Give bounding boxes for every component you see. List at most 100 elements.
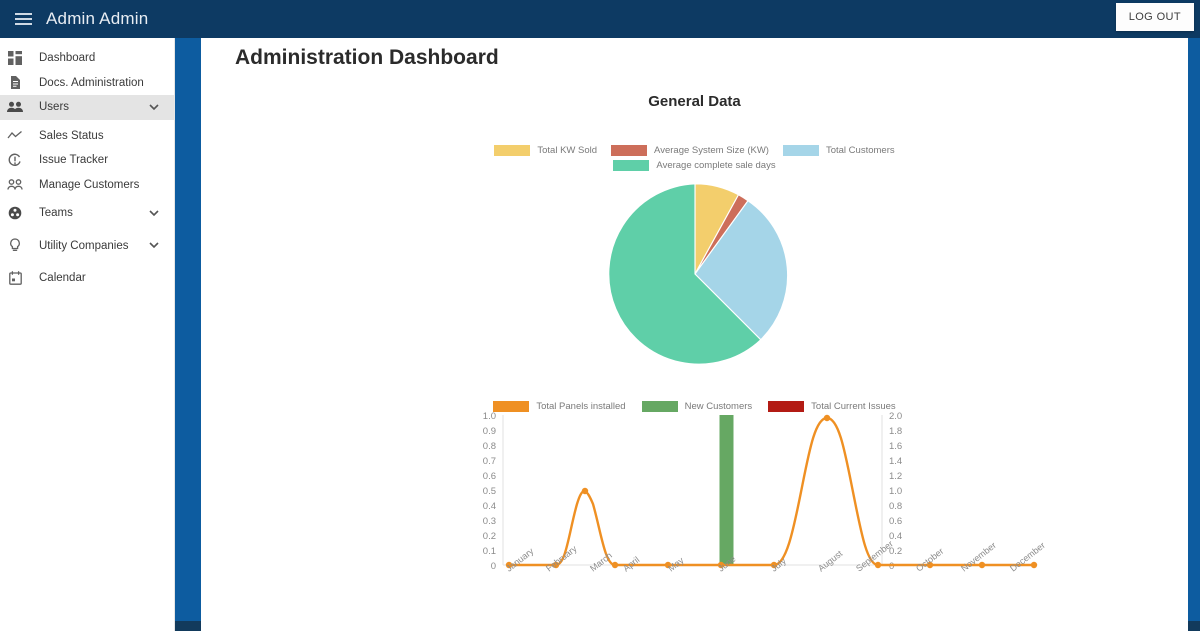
calendar-icon — [2, 271, 28, 286]
chevron-down-icon[interactable] — [149, 102, 159, 112]
xtick-label: April — [621, 555, 641, 574]
sidebar-item-label: Sales Status — [39, 129, 104, 142]
sidebar-item-teams[interactable]: Teams — [0, 201, 174, 226]
sidebar-item-calendar[interactable]: Calendar — [0, 266, 174, 291]
sidebar-item-manage-customers[interactable]: Manage Customers — [0, 173, 174, 198]
ytick-left: 0.8 — [483, 441, 496, 452]
ytick-left: 0 — [491, 561, 496, 572]
sidebar-item-label: Calendar — [39, 272, 86, 285]
teams-circle-icon — [2, 206, 28, 220]
sidebar-item-label: Teams — [39, 207, 73, 220]
ytick-right: 1.6 — [889, 441, 902, 452]
left-accent-rail-foot — [175, 621, 201, 631]
xtick-label: February — [544, 543, 579, 573]
legend-swatch — [493, 401, 530, 412]
monthly-chart-svg[interactable]: 1.0 0.9 0.8 0.7 0.6 0.5 0.4 0.3 0.2 0.1 … — [201, 412, 1188, 597]
ytick-right: 0.4 — [889, 531, 902, 542]
ytick-left: 0.5 — [483, 486, 496, 497]
ytick-right: 1.0 — [889, 486, 902, 497]
legend-label: Total Current Issues — [811, 401, 896, 412]
ytick-right: 0 — [889, 561, 894, 572]
people-manage-icon — [2, 178, 28, 191]
sidebar-item-label: Users — [39, 101, 70, 114]
left-accent-rail — [175, 38, 201, 621]
legend-swatch — [613, 160, 650, 171]
main-content: Administration Dashboard General Data To… — [201, 38, 1188, 631]
ytick-right: 1.8 — [889, 426, 902, 437]
xtick-label: May — [666, 555, 686, 574]
ytick-left: 0.7 — [483, 456, 496, 467]
chevron-down-icon[interactable] — [149, 208, 159, 218]
ytick-right: 1.4 — [889, 456, 902, 467]
sidebar-item-dashboard[interactable]: Dashboard — [0, 46, 174, 71]
legend-label: Total Panels installed — [536, 401, 626, 412]
ytick-right: 1.2 — [889, 471, 902, 482]
right-accent-rail — [1188, 38, 1200, 621]
issue-alert-icon — [2, 153, 28, 167]
monthly-legend: Total Panels installed New Customers Tot… — [201, 401, 1188, 412]
general-data-chart: General Data Total KW Sold Average Syste… — [201, 93, 1188, 369]
document-icon — [2, 75, 28, 90]
line-data-points[interactable] — [505, 414, 1038, 569]
ytick-left: 1.0 — [483, 412, 496, 422]
sidebar-item-utility-companies[interactable]: Utility Companies — [0, 234, 174, 259]
xtick-label: October — [914, 546, 945, 574]
legend-item-average-system-size[interactable]: Average System Size (KW) — [611, 145, 769, 156]
users-group-icon — [2, 101, 28, 114]
point-april — [611, 561, 619, 569]
ytick-left: 0.3 — [483, 516, 496, 527]
legend-swatch — [782, 145, 819, 156]
legend-label: Total KW Sold — [537, 145, 598, 156]
legend-swatch — [768, 401, 805, 412]
monthly-metrics-chart: Total Panels installed New Customers Tot… — [201, 401, 1188, 601]
pie-svg[interactable] — [600, 179, 790, 369]
x-axis-labels: January February March April May June Ju… — [504, 539, 1047, 574]
ytick-right: 0.8 — [889, 501, 902, 512]
legend-item-total-customers[interactable]: Total Customers — [782, 145, 895, 156]
sidebar-item-users[interactable]: Users — [0, 95, 174, 120]
legend-item-new-customers[interactable]: New Customers — [641, 401, 753, 412]
ytick-left: 0.2 — [483, 531, 496, 542]
legend-label: Average complete sale days — [656, 160, 776, 171]
legend-label: Average System Size (KW) — [654, 145, 769, 156]
sidebar-item-issue-tracker[interactable]: Issue Tracker — [0, 148, 174, 173]
dashboard-grid-icon — [2, 51, 28, 66]
hamburger-menu-icon[interactable] — [6, 0, 40, 38]
pie-legend: Total KW Sold Average System Size (KW) T… — [455, 145, 935, 171]
legend-label: Total Customers — [825, 145, 895, 156]
xtick-label: November — [959, 540, 998, 573]
ytick-left: 0.1 — [483, 546, 496, 557]
legend-item-average-complete-sale-days[interactable]: Average complete sale days — [613, 160, 776, 171]
chart-title: General Data — [648, 93, 741, 110]
sidebar-item-label: Utility Companies — [39, 239, 129, 252]
bar-new-customers-august[interactable] — [719, 415, 734, 565]
chevron-down-icon[interactable] — [149, 241, 159, 251]
sidebar-item-label: Dashboard — [39, 52, 96, 65]
app-header: Admin Admin LOG OUT — [0, 0, 1200, 38]
legend-item-total-panels-installed[interactable]: Total Panels installed — [493, 401, 626, 412]
ytick-right: 2.0 — [889, 412, 902, 422]
legend-swatch — [494, 145, 531, 156]
sidebar-item-label: Manage Customers — [39, 178, 140, 191]
sidebar-nav: Dashboard Docs. Administration Users Sal… — [0, 38, 175, 631]
ytick-right: 0.6 — [889, 516, 902, 527]
sidebar-item-label: Issue Tracker — [39, 154, 109, 167]
line-total-panels-installed[interactable] — [507, 416, 880, 567]
sidebar-item-sales-status[interactable]: Sales Status — [0, 124, 174, 149]
page-title: Administration Dashboard — [235, 46, 499, 69]
left-axis: 1.0 0.9 0.8 0.7 0.6 0.5 0.4 0.3 0.2 0.1 … — [483, 412, 504, 572]
legend-label: New Customers — [684, 401, 753, 412]
logout-button[interactable]: LOG OUT — [1115, 3, 1194, 31]
lightbulb-icon — [2, 238, 28, 253]
legend-item-total-current-issues[interactable]: Total Current Issues — [768, 401, 896, 412]
point-august — [823, 414, 831, 422]
ytick-left: 0.4 — [483, 501, 496, 512]
xtick-label: August — [816, 548, 845, 573]
sidebar-item-docs-administration[interactable]: Docs. Administration — [0, 71, 174, 96]
pie-chart — [201, 179, 1188, 369]
point-march — [581, 487, 589, 495]
app-title: Admin Admin — [46, 9, 149, 28]
xtick-label: July — [769, 556, 788, 574]
legend-item-total-kw-sold[interactable]: Total KW Sold — [494, 145, 597, 156]
xtick-label: January — [504, 546, 536, 574]
